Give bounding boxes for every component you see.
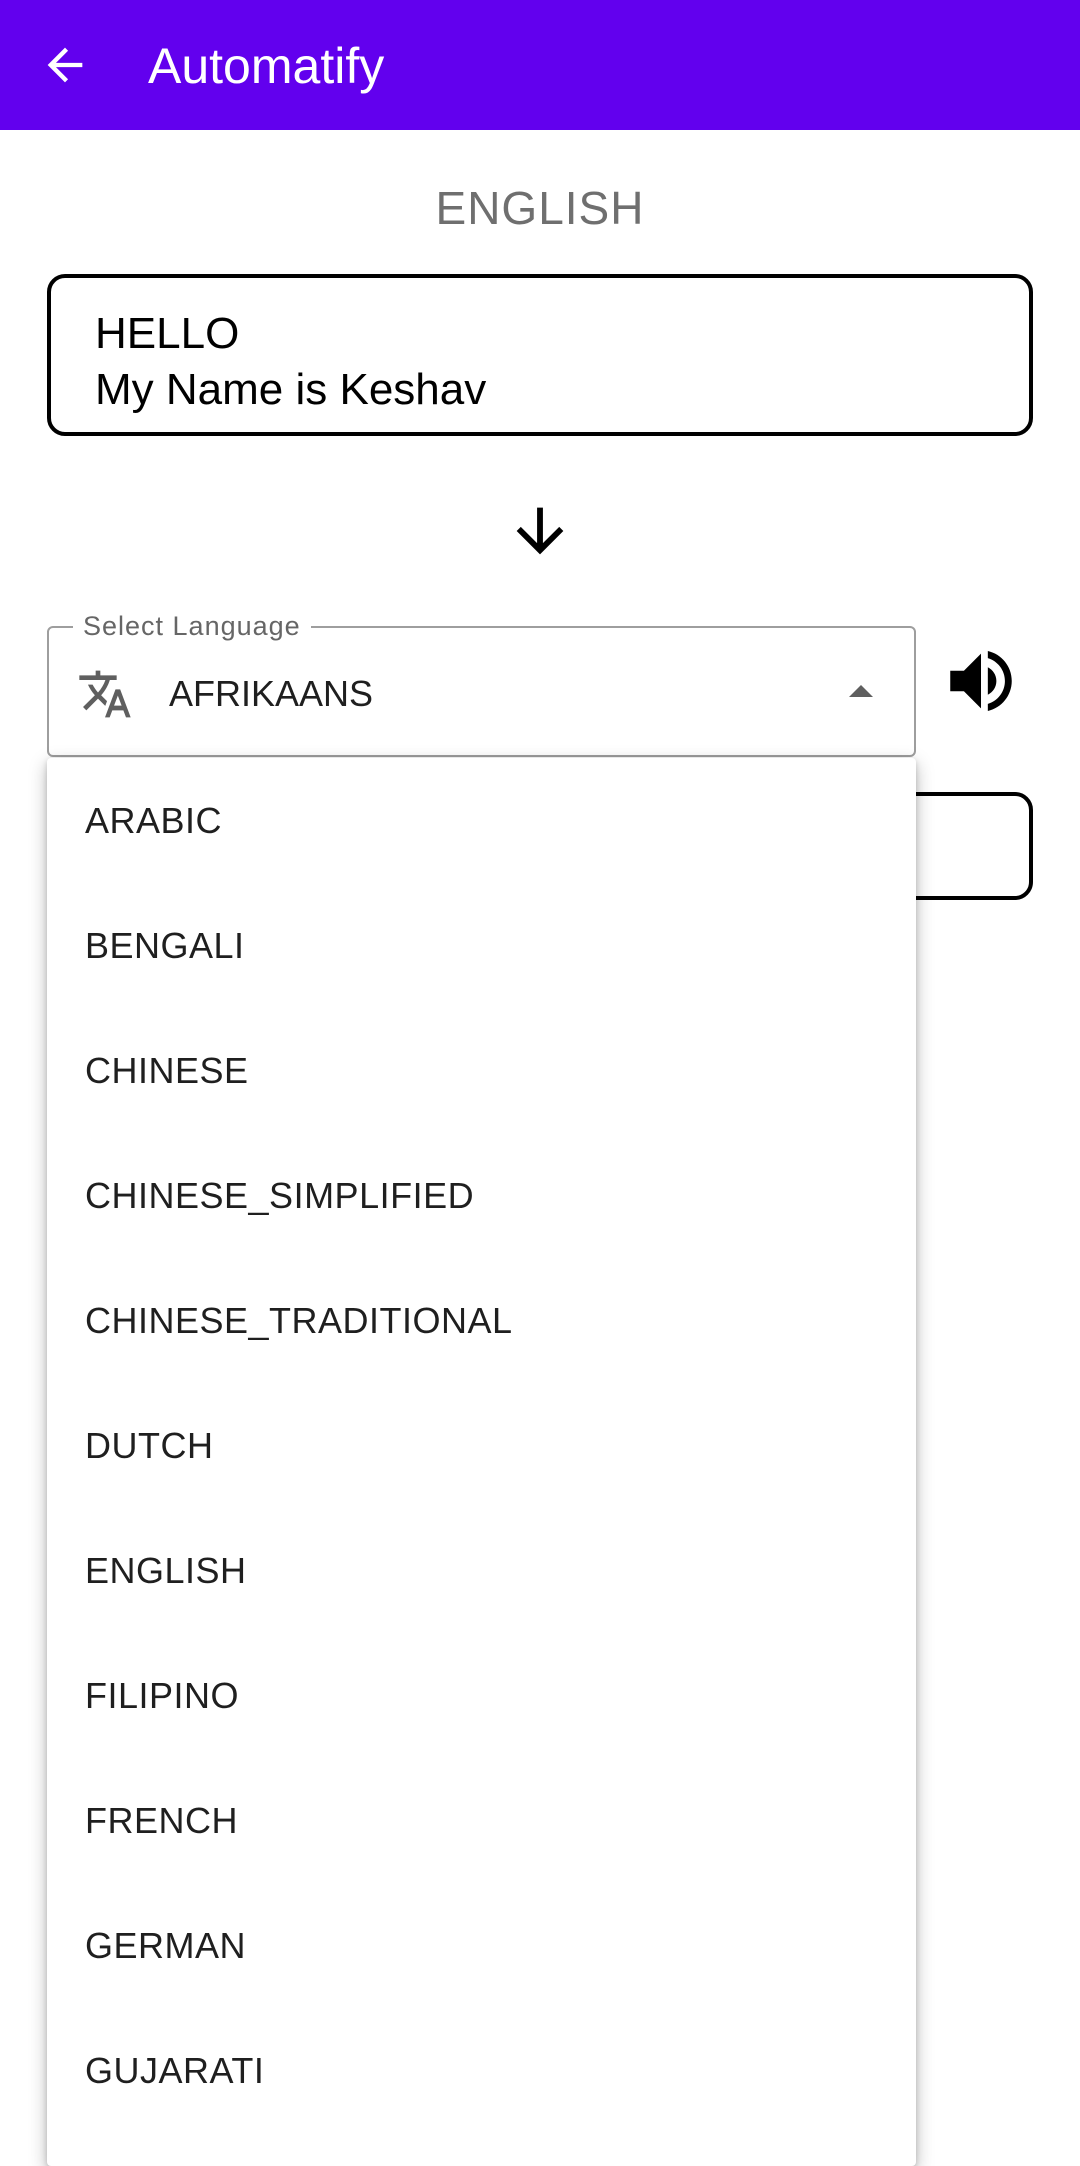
source-text-line: My Name is Keshav — [95, 365, 487, 414]
language-dropdown-menu: ARABIC BENGALI CHINESE CHINESE_SIMPLIFIE… — [47, 758, 916, 2166]
source-text-line: HELLO — [95, 309, 240, 358]
menu-item-french[interactable]: FRENCH — [47, 1758, 916, 1883]
source-text-field[interactable]: HELLO My Name is Keshav — [47, 274, 1033, 436]
app-title: Automatify — [148, 38, 385, 94]
menu-item-dutch[interactable]: DUTCH — [47, 1383, 916, 1508]
volume-up-icon[interactable] — [940, 640, 1022, 722]
menu-item-chinese-simplified[interactable]: CHINESE_SIMPLIFIED — [47, 1133, 916, 1258]
menu-item-german[interactable]: GERMAN — [47, 1883, 916, 2008]
select-language-label: Select Language — [73, 609, 311, 643]
menu-item-filipino[interactable]: FILIPINO — [47, 1633, 916, 1758]
menu-item-gujarati[interactable]: GUJARATI — [47, 2008, 916, 2133]
selected-language: AFRIKAANS — [169, 673, 374, 714]
menu-item-english[interactable]: ENGLISH — [47, 1508, 916, 1633]
menu-item-chinese-traditional[interactable]: CHINESE_TRADITIONAL — [47, 1258, 916, 1383]
menu-item-chinese[interactable]: CHINESE — [47, 1008, 916, 1133]
language-select[interactable]: Select Language AFRIKAANS — [47, 609, 916, 757]
arrow-left-icon — [47, 47, 83, 83]
arrow-down-icon — [516, 507, 564, 555]
menu-item-arabic[interactable]: ARABIC — [47, 758, 916, 883]
back-button[interactable] — [28, 28, 102, 102]
app-bar: Automatify — [0, 0, 1080, 130]
caret-up-icon — [849, 685, 873, 697]
source-language-label: ENGLISH — [435, 182, 645, 234]
translate-icon — [79, 670, 131, 718]
menu-item-bengali[interactable]: BENGALI — [47, 883, 916, 1008]
